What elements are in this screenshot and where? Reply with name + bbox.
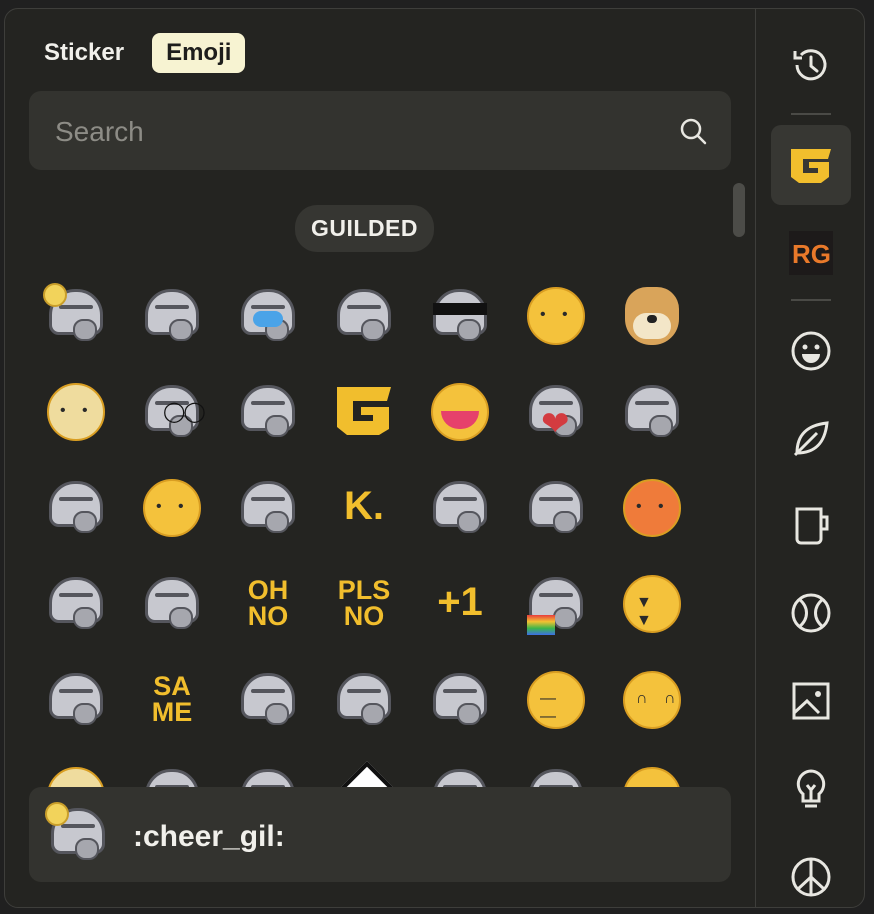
preview-name: :cheer_gil: (133, 820, 285, 853)
section-title: GUILDED (311, 215, 418, 241)
search-box (29, 91, 731, 172)
meh-knight-emoji[interactable] (139, 571, 205, 637)
emoji-preview: :cheer_gil: (29, 787, 731, 882)
rail-divider (791, 299, 831, 301)
doge-emoji[interactable] (619, 283, 685, 349)
angry-blob-emoji[interactable]: • • (619, 475, 685, 541)
rg-server-icon[interactable]: RG (771, 213, 851, 293)
k-dot-emoji[interactable]: K. (331, 475, 397, 541)
partial-2-emoji[interactable] (139, 763, 205, 787)
pls-no-emoji[interactable]: PLS NO (331, 571, 397, 637)
scrollbar[interactable] (731, 183, 745, 783)
oh-no-emoji[interactable]: OH NO (235, 571, 301, 637)
uwu-blob-emoji[interactable]: • • (523, 283, 589, 349)
section-header: GUILDED (295, 205, 434, 252)
preview-image (45, 802, 111, 868)
emoji-main-pane: Sticker Emoji GUILDED • • • • ◯◯ ❤ • • K. • • O… (5, 9, 755, 907)
same-emoji[interactable]: SA ME (139, 667, 205, 733)
blushing-blob-emoji[interactable]: • • (139, 475, 205, 541)
leaf-icon[interactable] (771, 399, 851, 479)
category-rail: RG (755, 9, 864, 907)
wave-knight-emoji[interactable] (43, 475, 109, 541)
facepalm-knight-emoji[interactable] (139, 283, 205, 349)
lightbulb-icon[interactable] (771, 749, 851, 829)
plus-one-emoji[interactable]: +1 (427, 571, 493, 637)
peek-knight-emoji[interactable] (43, 571, 109, 637)
partial-6-emoji[interactable] (523, 763, 589, 787)
sunglasses-knight-emoji[interactable] (427, 283, 493, 349)
emoji-picker: Sticker Emoji GUILDED • • • • ◯◯ ❤ • • K. • • O… (4, 8, 865, 908)
hands-knight-emoji[interactable] (235, 475, 301, 541)
partial-4-emoji[interactable] (331, 761, 401, 787)
heart-knight-emoji[interactable]: ❤ (523, 379, 589, 445)
happy-blob-emoji[interactable]: ∩ ∩ (619, 667, 685, 733)
guilded-logo-emoji[interactable] (331, 379, 397, 445)
guilded-server-icon[interactable] (771, 125, 851, 205)
search-input[interactable] (53, 91, 657, 172)
thinking-knight-emoji[interactable] (43, 667, 109, 733)
svg-text:RG: RG (792, 239, 831, 269)
partial-1-emoji[interactable]: • • (43, 763, 109, 787)
salute-knight-emoji[interactable] (331, 283, 397, 349)
sobbing-blob-emoji[interactable]: ▼ ▼ (619, 571, 685, 637)
image-icon[interactable] (771, 661, 851, 741)
rail-divider (791, 113, 831, 115)
unamused-blob-emoji[interactable]: — — (523, 667, 589, 733)
partial-3-emoji[interactable] (235, 763, 301, 787)
laughing-knight-emoji[interactable] (523, 475, 589, 541)
shocked-knight-emoji[interactable] (235, 667, 301, 733)
emoji-grid: • • • • ◯◯ ❤ • • K. • • OH NO PLS NO +1 ▼ ▼ SA ME — — ∩ … (43, 283, 733, 787)
facepalm-knight-3-emoji[interactable] (427, 667, 493, 733)
picker-tabs: Sticker Emoji (30, 33, 246, 73)
partial-7-emoji[interactable]: ∩ ∩ (619, 763, 685, 787)
smiling-knight-emoji[interactable] (619, 379, 685, 445)
ball-icon[interactable] (771, 573, 851, 653)
partial-5-emoji[interactable] (427, 763, 493, 787)
back-knight-emoji[interactable] (331, 667, 397, 733)
peace-icon[interactable] (771, 837, 851, 907)
search-icon[interactable] (679, 117, 707, 145)
rainbow-knight-emoji[interactable] (523, 571, 589, 637)
bear-helmet-emoji[interactable]: • • (43, 379, 109, 445)
smiley-icon[interactable] (771, 311, 851, 391)
crying-knight-emoji[interactable] (235, 283, 301, 349)
cheer-knight-emoji[interactable] (43, 283, 109, 349)
scrollbar-thumb[interactable] (733, 183, 745, 237)
tab-emoji[interactable]: Emoji (152, 33, 246, 73)
googly-eyes-knight-emoji[interactable]: ◯◯ (139, 379, 206, 445)
history-icon[interactable] (771, 25, 851, 105)
mug-icon[interactable] (771, 485, 851, 565)
tab-sticker[interactable]: Sticker (30, 33, 138, 73)
laughing-blob-emoji[interactable] (427, 379, 493, 445)
facepalm-knight-2-emoji[interactable] (235, 379, 301, 445)
hiding-knight-emoji[interactable] (427, 475, 493, 541)
